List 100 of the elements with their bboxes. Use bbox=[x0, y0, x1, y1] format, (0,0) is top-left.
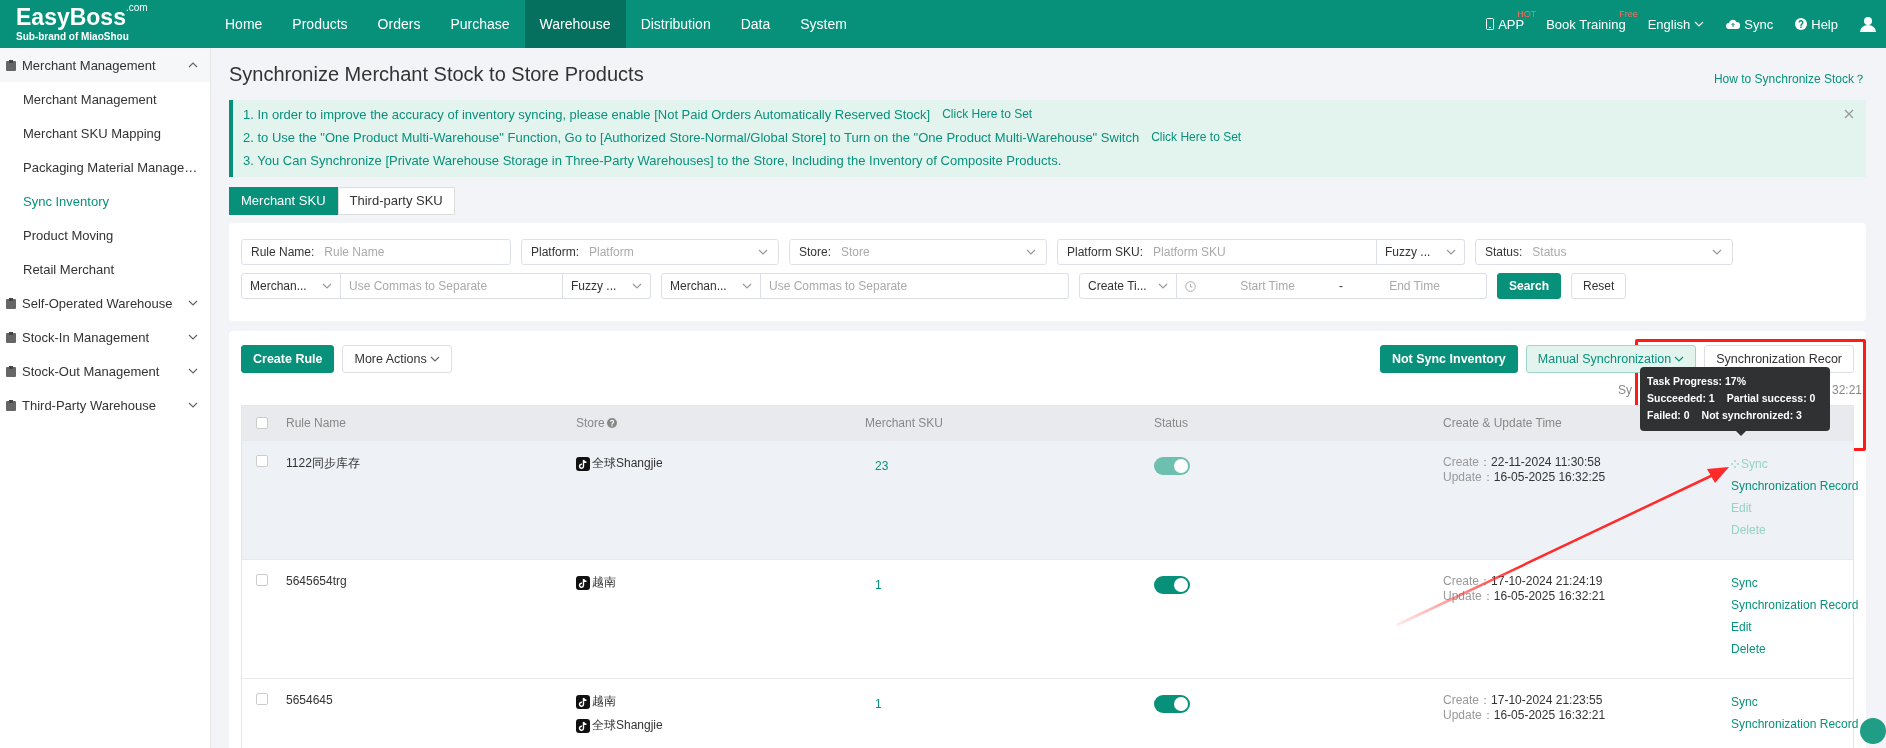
topbar-link[interactable]: Sync bbox=[1744, 16, 1774, 32]
date-field[interactable]: End Time bbox=[1343, 279, 1486, 293]
tab[interactable]: Third-party SKU bbox=[337, 187, 455, 215]
help-icon bbox=[1795, 18, 1808, 30]
sidebar-group[interactable]: Self-Operated Warehouse bbox=[22, 295, 182, 311]
input-field[interactable]: Rule Name bbox=[320, 245, 510, 259]
select-field[interactable]: Store bbox=[837, 245, 1026, 259]
time-label: Update： bbox=[1443, 708, 1494, 722]
phone-icon bbox=[1486, 18, 1495, 30]
topbar-link[interactable]: APP bbox=[1498, 16, 1525, 32]
sku-count-link[interactable]: 1 bbox=[865, 578, 882, 592]
set-link[interactable]: Click Here to Set bbox=[942, 103, 1033, 126]
action-link[interactable]: Edit bbox=[1731, 620, 1752, 634]
nav-item[interactable]: Distribution bbox=[625, 0, 726, 48]
time-label: Update： bbox=[1443, 470, 1494, 484]
nav-item[interactable]: Purchase bbox=[435, 0, 525, 48]
sidebar-group[interactable]: Stock-Out Management bbox=[22, 363, 182, 379]
option-select[interactable]: Merchan... bbox=[241, 273, 341, 299]
sidebar-group[interactable]: Third-Party Warehouse bbox=[22, 397, 182, 413]
spinner-icon bbox=[1731, 460, 1739, 468]
sidebar-item[interactable]: Product Moving bbox=[23, 227, 114, 243]
rule-name: 1122同步库存 bbox=[286, 456, 360, 470]
select-field[interactable]: Status bbox=[1528, 245, 1712, 259]
action-link[interactable]: Sync bbox=[1731, 695, 1758, 709]
note-icon bbox=[576, 694, 590, 709]
input-field[interactable]: Platform SKU bbox=[1149, 245, 1376, 259]
toolbar-button[interactable]: Not Sync Inventory bbox=[1379, 345, 1518, 373]
action-link[interactable]: Sync bbox=[1731, 576, 1758, 590]
nav-item[interactable]: System bbox=[785, 0, 862, 48]
update-time: 16-05-2025 16:32:21 bbox=[1493, 589, 1606, 603]
tab[interactable]: Merchant SKU bbox=[229, 187, 338, 215]
search-button[interactable]: Search bbox=[1497, 273, 1562, 299]
cloud-icon bbox=[1726, 19, 1741, 29]
checkbox[interactable] bbox=[256, 693, 268, 705]
tooltip-text: Failed: 0 bbox=[1647, 408, 1690, 423]
topbar-link[interactable]: Help bbox=[1811, 16, 1838, 32]
clipboard-icon bbox=[6, 59, 16, 71]
sku-count-link[interactable]: 1 bbox=[865, 697, 882, 711]
option-select[interactable]: Fuzzy ... bbox=[563, 273, 651, 299]
nav-item[interactable]: Data bbox=[725, 0, 786, 48]
toolbar-button[interactable]: More Actions bbox=[342, 345, 452, 373]
notice-text: 1. In order to improve the accuracy of inventory syncing, please enable [Not Paid Orders Automatically Reserved Stock] bbox=[243, 106, 931, 124]
topbar-link[interactable]: Book Training bbox=[1546, 16, 1626, 32]
reset-button[interactable]: Reset bbox=[1571, 273, 1627, 299]
filter-field[interactable]: Platform: Platform bbox=[521, 239, 779, 265]
language-menu[interactable]: English bbox=[1647, 16, 1691, 32]
action-link[interactable]: Delete bbox=[1731, 642, 1766, 656]
select-field[interactable]: Platform bbox=[585, 245, 758, 259]
filter-field[interactable]: Store: Store bbox=[789, 239, 1047, 265]
filter-field[interactable]: Rule Name: Rule Name bbox=[241, 239, 511, 265]
field-label: Platform: bbox=[530, 245, 580, 259]
tooltip-text: Succeeded: 1 bbox=[1647, 391, 1715, 406]
note-icon bbox=[576, 575, 590, 590]
logo-suffix: .com bbox=[125, 3, 148, 13]
time-label: Create： bbox=[1443, 455, 1492, 469]
nav-item[interactable]: Products bbox=[277, 0, 363, 48]
sidebar-item[interactable]: Retail Merchant bbox=[23, 261, 115, 277]
set-link[interactable]: Click Here to Set bbox=[1151, 126, 1242, 149]
time-label: Create： bbox=[1443, 693, 1492, 707]
avatar-icon[interactable] bbox=[1860, 718, 1886, 744]
action-link[interactable]: Synchronization Record bbox=[1731, 717, 1859, 731]
option-select[interactable]: Fuzzy ... bbox=[1377, 239, 1465, 265]
nav-item[interactable]: Warehouse bbox=[524, 0, 626, 48]
checkbox[interactable] bbox=[256, 455, 268, 467]
status-toggle[interactable] bbox=[1154, 576, 1190, 594]
status-toggle[interactable] bbox=[1154, 695, 1190, 713]
note-icon bbox=[576, 456, 590, 471]
store-name: 全球Shangjie bbox=[592, 717, 663, 734]
sku-count-link[interactable]: 23 bbox=[865, 459, 889, 473]
create-time: 22-11-2024 11:30:58 bbox=[1491, 455, 1601, 469]
sidebar-item[interactable]: Sync Inventory bbox=[23, 193, 109, 209]
column-header: Store bbox=[576, 416, 605, 430]
sidebar-item[interactable]: Merchant SKU Mapping bbox=[23, 125, 161, 141]
checkbox[interactable] bbox=[256, 417, 268, 429]
sidebar-group[interactable]: Stock-In Management bbox=[22, 329, 182, 345]
input-field[interactable]: Use Commas to Separate bbox=[761, 273, 1069, 299]
sidebar-item[interactable]: Packaging Material Manage… bbox=[23, 159, 198, 175]
note-icon bbox=[576, 718, 590, 733]
chevron-down-icon bbox=[1026, 249, 1036, 255]
option-select[interactable]: Merchan... bbox=[661, 273, 761, 299]
action-link[interactable]: Synchronization Record bbox=[1731, 598, 1859, 612]
promo-label: HOT bbox=[1517, 8, 1537, 19]
filter-field[interactable]: Status: Status bbox=[1475, 239, 1733, 265]
nav-item[interactable]: Home bbox=[210, 0, 278, 48]
date-field[interactable]: Start Time bbox=[1196, 279, 1339, 293]
date-range-field[interactable]: Start Time - End Time bbox=[1177, 273, 1487, 299]
action-link[interactable]: Synchronization Record bbox=[1731, 479, 1859, 493]
input-field[interactable]: Use Commas to Separate bbox=[341, 273, 563, 299]
guide-link[interactable]: How to Synchronize Stock？ bbox=[1713, 70, 1866, 88]
close-icon[interactable] bbox=[1844, 109, 1854, 119]
toolbar-button[interactable]: Create Rule bbox=[241, 345, 335, 373]
toolbar-button[interactable]: Manual Synchronization bbox=[1525, 345, 1697, 373]
rule-name: 5645654trg bbox=[286, 574, 347, 588]
nav-item[interactable]: Orders bbox=[362, 0, 436, 48]
sidebar-item[interactable]: Merchant Management bbox=[23, 91, 157, 107]
tooltip-text: Task Progress: 17% bbox=[1647, 374, 1748, 389]
option-select[interactable]: Create Ti... bbox=[1079, 273, 1177, 299]
chevron-down-icon bbox=[1446, 249, 1456, 255]
filter-field[interactable]: Platform SKU: Platform SKU bbox=[1057, 239, 1377, 265]
checkbox[interactable] bbox=[256, 574, 268, 586]
